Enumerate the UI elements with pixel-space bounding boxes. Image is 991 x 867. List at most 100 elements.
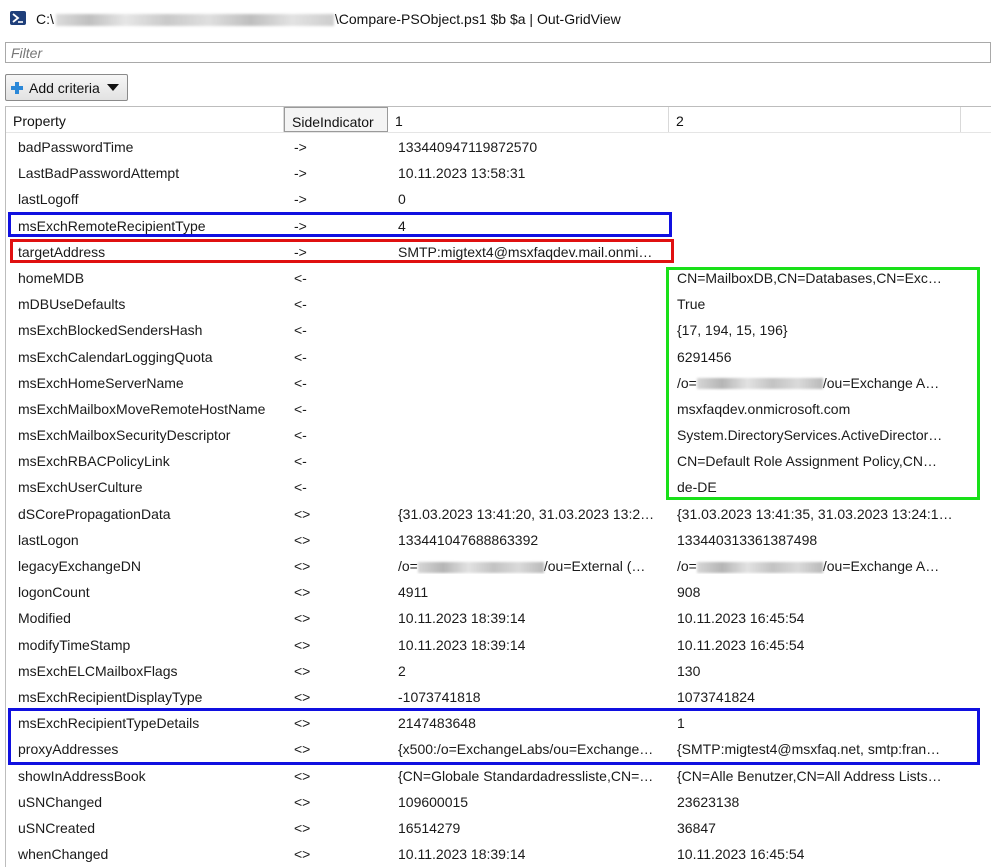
cell-side-indicator-text: <> (294, 767, 311, 784)
table-row[interactable]: legacyExchangeDN <>/o=/ou=External (…/o= /… (6, 553, 991, 579)
cell-side-indicator-text: -> (294, 191, 307, 208)
table-row[interactable]: msExchRemoteRecipientType -> 4 (6, 213, 991, 239)
table-row[interactable]: msExchMailboxMoveRemoteHostName <- msxfaqd… (6, 396, 991, 422)
cell-value-2: msxfaqdev.onmicrosoft.com (677, 401, 955, 417)
cell-side-indicator: <- (294, 296, 384, 312)
filter-input[interactable] (6, 43, 990, 62)
cell-value-2: 6291456 (677, 349, 955, 365)
cell-value-2-text: 10.11.2023 16:45:54 (677, 610, 805, 627)
table-row[interactable]: homeMDB <- CN=MailboxDB,CN=Databases,CN=Ex… (6, 265, 991, 291)
table-row[interactable]: showInAddressBook <> {CN=Globale Standarda… (6, 763, 991, 789)
cell-property-text: msExchHomeServerName (18, 374, 184, 391)
table-row[interactable]: lastLogon <> 133441047688863392 13344031336… (6, 527, 991, 553)
cell-value-1-tail: /ou=External (… (543, 558, 646, 574)
table-row[interactable]: dSCorePropagationData <> {31.03.2023 13:41… (6, 501, 991, 527)
table-row[interactable]: uSNCreated <> 16514279 36847 (6, 815, 991, 841)
table-row[interactable]: proxyAddresses <> {x500:/o=ExchangeLabs/ou… (6, 736, 991, 762)
table-row[interactable]: uSNChanged <> 109600015 23623138 (6, 789, 991, 815)
table-row[interactable]: msExchRecipientDisplayType <> -1073741818 1… (6, 684, 991, 710)
cell-property: dSCorePropagationData (18, 506, 280, 522)
cell-property-text: lastLogoff (18, 191, 79, 208)
cell-value-2-text: 130 (677, 662, 701, 679)
cell-side-indicator: <- (294, 322, 384, 338)
table-row[interactable]: modifyTimeStamp <> 10.11.2023 18:39:14 10.1… (6, 632, 991, 658)
table-row[interactable]: LastBadPasswordAttempt -> 10.11.2023 13:58… (6, 160, 991, 186)
cell-side-indicator: <> (294, 768, 384, 784)
column-header-property[interactable]: Property (6, 107, 284, 132)
cell-value-1-text: SMTP:migtext4@msxfaqdev.mail.onmi… (398, 243, 653, 260)
cell-value-1: 16514279 (398, 820, 666, 836)
title-suffix: \Compare-PSObject.ps1 $b $a | Out-GridVi… (334, 11, 621, 27)
table-row[interactable]: lastLogoff -> 0 (6, 186, 991, 212)
column-header-sideindicator[interactable]: SideIndicator (284, 107, 388, 132)
cell-property: modifyTimeStamp (18, 637, 280, 653)
table-row[interactable]: mDBUseDefaults <- True (6, 291, 991, 317)
cell-property: msExchRecipientTypeDetails (18, 715, 280, 731)
cell-value-2-text: /o= (677, 374, 697, 391)
table-row[interactable]: msExchCalendarLoggingQuota <- 6291456 (6, 344, 991, 370)
add-criteria-button[interactable]: Add criteria (5, 74, 128, 101)
table-row[interactable]: whenChanged <> 10.11.2023 18:39:14 10.11.20… (6, 841, 991, 867)
cell-value-1-text: -1073741818 (398, 688, 481, 705)
cell-value-1-text: 10.11.2023 18:39:14 (398, 636, 526, 653)
cell-property-text: msExchBlockedSendersHash (18, 322, 203, 339)
cell-side-indicator-text: <> (294, 558, 311, 574)
cell-value-2: 1073741824 (677, 689, 955, 705)
cell-side-indicator: -> (294, 218, 384, 234)
cell-value-2-text: {31.03.2023 13:41:35, 31.03.2023 13:24:1… (677, 505, 953, 522)
cell-side-indicator-text: <> (294, 505, 311, 522)
table-row[interactable]: logonCount <> 4911 908 (6, 579, 991, 605)
cell-side-indicator: <> (294, 584, 384, 600)
table-row[interactable]: badPasswordTime -> 133440947119872570 (6, 134, 991, 160)
cell-value-2: {SMTP:migtest4@msxfaq.net, smtp:fran… (677, 741, 955, 757)
cell-side-indicator: <> (294, 794, 384, 810)
cell-value-2: {CN=Alle Benutzer,CN=All Address Lists… (677, 768, 955, 784)
cell-value-1-text: 2147483648 (398, 715, 476, 732)
table-row[interactable]: msExchELCMailboxFlags <> 2 130 (6, 658, 991, 684)
cell-value-2: 10.11.2023 16:45:54 (677, 637, 955, 653)
column-header-2[interactable]: 2 (669, 107, 961, 132)
cell-property: msExchHomeServerName (18, 375, 280, 391)
cell-value-1-text: 109600015 (398, 793, 469, 810)
table-row[interactable]: Modified <> 10.11.2023 18:39:14 10.11.2023 … (6, 605, 991, 631)
cell-side-indicator-text: <- (294, 427, 307, 444)
cell-property: targetAddress (18, 244, 280, 260)
cell-value-2-text: 36847 (677, 819, 716, 836)
cell-value-1-text: 0 (398, 191, 406, 208)
table-row[interactable]: msExchBlockedSendersHash <- {17, 194, 15, … (6, 317, 991, 343)
cell-value-2: {17, 194, 15, 196} (677, 322, 955, 338)
cell-value-2: {31.03.2023 13:41:35, 31.03.2023 13:24:1… (677, 506, 955, 522)
cell-property: LastBadPasswordAttempt (18, 165, 280, 181)
cell-side-indicator: <- (294, 453, 384, 469)
table-row[interactable]: targetAddress -> SMTP:migtext4@msxfaqdev.m… (6, 239, 991, 265)
cell-side-indicator: <- (294, 270, 384, 286)
table-row[interactable]: msExchUserCulture <- de-DE (6, 474, 991, 500)
cell-side-indicator: <> (294, 820, 384, 836)
cell-value-1: /o= /ou=External (… (398, 558, 666, 574)
table-row[interactable]: msExchRecipientTypeDetails <> 2147483648 1 (6, 710, 991, 736)
cell-property-text: modifyTimeStamp (18, 636, 131, 653)
cell-property-text: logonCount (18, 584, 90, 601)
cell-property: homeMDB (18, 270, 280, 286)
cell-side-indicator-text: -> (294, 139, 307, 155)
cell-value-1: 0 (398, 191, 666, 207)
cell-side-indicator: <- (294, 375, 384, 391)
cell-property: uSNChanged (18, 794, 280, 810)
cell-side-indicator-text: <> (294, 531, 311, 548)
table-row[interactable]: msExchMailboxSecurityDescriptor <- System.… (6, 422, 991, 448)
table-row[interactable]: msExchHomeServerName <- /o= /ou=Exchange A… (6, 370, 991, 396)
cell-value-2: 36847 (677, 820, 955, 836)
results-grid: Property SideIndicator 1 2 badPasswordTi… (5, 106, 991, 867)
cell-value-1: 10.11.2023 18:39:14 (398, 637, 666, 653)
cell-value-1: -1073741818 (398, 689, 666, 705)
table-row[interactable]: msExchRBACPolicyLink <- CN=Default Role As… (6, 448, 991, 474)
cell-property-text: Modified (18, 610, 71, 627)
cell-value-2-text: CN=Default Role Assignment Policy,CN… (677, 453, 938, 470)
cell-property: msExchRemoteRecipientType (18, 218, 280, 234)
cell-value-2: /o= /ou=Exchange A… (677, 558, 955, 574)
cell-property-text: uSNChanged (18, 793, 103, 810)
cell-value-2-text: de-DE (677, 479, 717, 496)
column-header-1[interactable]: 1 (388, 107, 669, 132)
cell-value-2: 1 (677, 715, 955, 731)
add-criteria-label: Add criteria (29, 79, 100, 96)
